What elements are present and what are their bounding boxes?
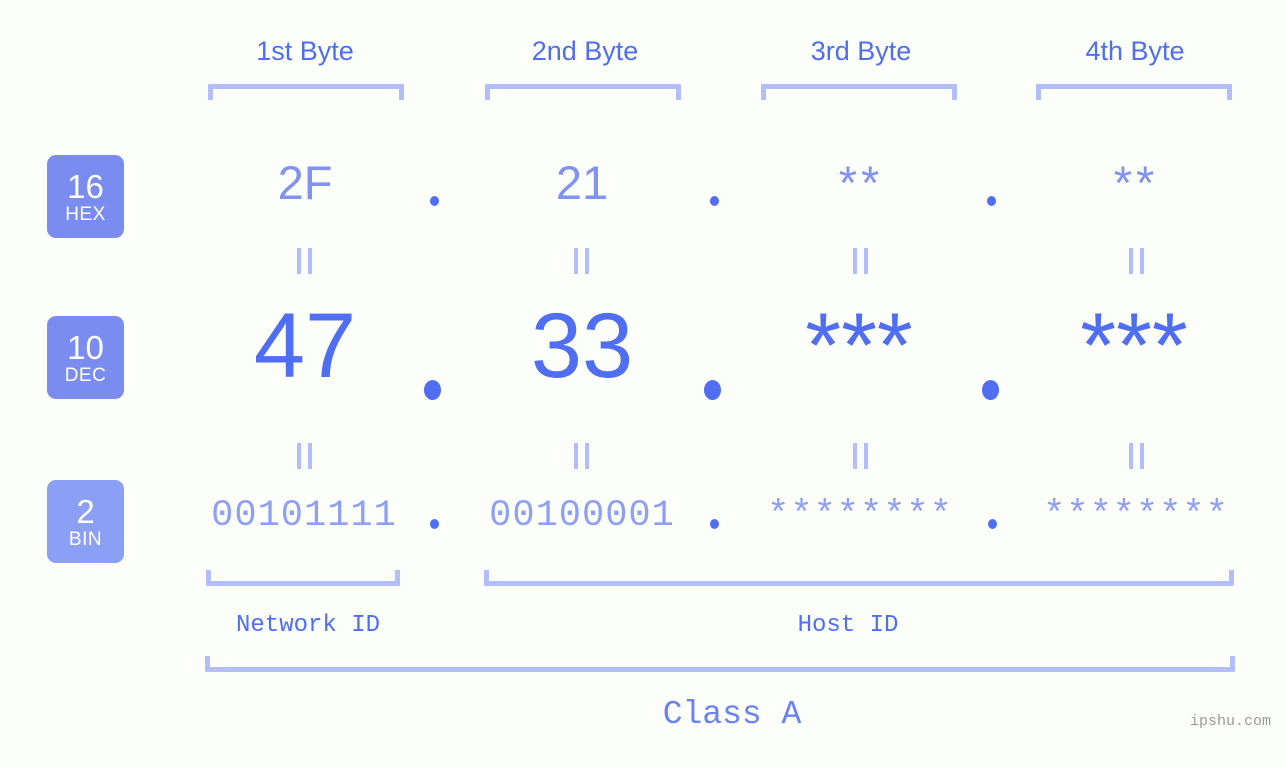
- byte-bracket-1: [208, 84, 404, 100]
- equality-mark-hex-dec-4: [1129, 248, 1144, 274]
- bin-byte-1: 00101111: [211, 495, 397, 537]
- network-id-label: Network ID: [235, 612, 381, 639]
- class-label: Class A: [662, 696, 802, 733]
- radix-badge-dec-number: 10: [67, 328, 104, 366]
- site-watermark: ipshu.com: [1189, 713, 1271, 730]
- radix-badge-bin: 2 BIN: [47, 480, 124, 563]
- radix-badge-dec: 10 DEC: [47, 316, 124, 399]
- ip-address-breakdown-diagram: 1st Byte 2nd Byte 3rd Byte 4th Byte 16 H…: [0, 0, 1285, 767]
- bin-byte-4: ********: [1043, 495, 1229, 537]
- equality-mark-dec-bin-1: [297, 443, 312, 469]
- dec-byte-3: ***: [805, 295, 913, 397]
- host-id-label: Host ID: [797, 612, 899, 639]
- byte-bracket-2: [485, 84, 681, 100]
- bin-byte-3: ********: [767, 495, 953, 537]
- hex-separator-dot-1: [430, 196, 439, 206]
- radix-badge-bin-number: 2: [76, 492, 95, 530]
- hex-separator-dot-2: [710, 196, 719, 206]
- equality-mark-hex-dec-3: [853, 248, 868, 274]
- dec-separator-dot-2: [704, 380, 721, 400]
- hex-byte-4: **: [1113, 156, 1159, 209]
- class-bracket: [205, 656, 1235, 672]
- byte-bracket-4: [1036, 84, 1232, 100]
- equality-mark-dec-bin-3: [853, 443, 868, 469]
- equality-mark-hex-dec-1: [297, 248, 312, 274]
- byte-header-4: 4th Byte: [1085, 36, 1185, 66]
- radix-badge-bin-name: BIN: [68, 528, 103, 550]
- byte-header-3: 3rd Byte: [810, 36, 912, 66]
- bin-separator-dot-2: [710, 519, 719, 529]
- hex-separator-dot-3: [987, 196, 996, 206]
- dec-separator-dot-3: [982, 380, 999, 400]
- dec-byte-2: 33: [530, 295, 634, 397]
- hex-byte-3: **: [838, 156, 884, 209]
- radix-badge-hex: 16 HEX: [47, 155, 124, 238]
- equality-mark-hex-dec-2: [574, 248, 589, 274]
- byte-header-1: 1st Byte: [256, 36, 354, 66]
- host-id-bracket: [484, 570, 1234, 586]
- dec-byte-4: ***: [1080, 295, 1188, 397]
- bin-byte-2: 00100001: [489, 495, 675, 537]
- hex-byte-1: 2F: [277, 156, 333, 209]
- radix-badge-dec-name: DEC: [64, 364, 107, 386]
- equality-mark-dec-bin-4: [1129, 443, 1144, 469]
- dec-separator-dot-1: [424, 380, 441, 400]
- bin-separator-dot-1: [430, 519, 439, 529]
- byte-header-2: 2nd Byte: [531, 36, 639, 66]
- bin-separator-dot-3: [988, 519, 997, 529]
- dec-byte-1: 47: [253, 295, 357, 397]
- network-id-bracket: [206, 570, 400, 586]
- byte-bracket-3: [761, 84, 957, 100]
- radix-badge-hex-number: 16: [67, 167, 104, 205]
- equality-mark-dec-bin-2: [574, 443, 589, 469]
- hex-byte-2: 21: [555, 156, 609, 209]
- radix-badge-hex-name: HEX: [65, 203, 106, 225]
